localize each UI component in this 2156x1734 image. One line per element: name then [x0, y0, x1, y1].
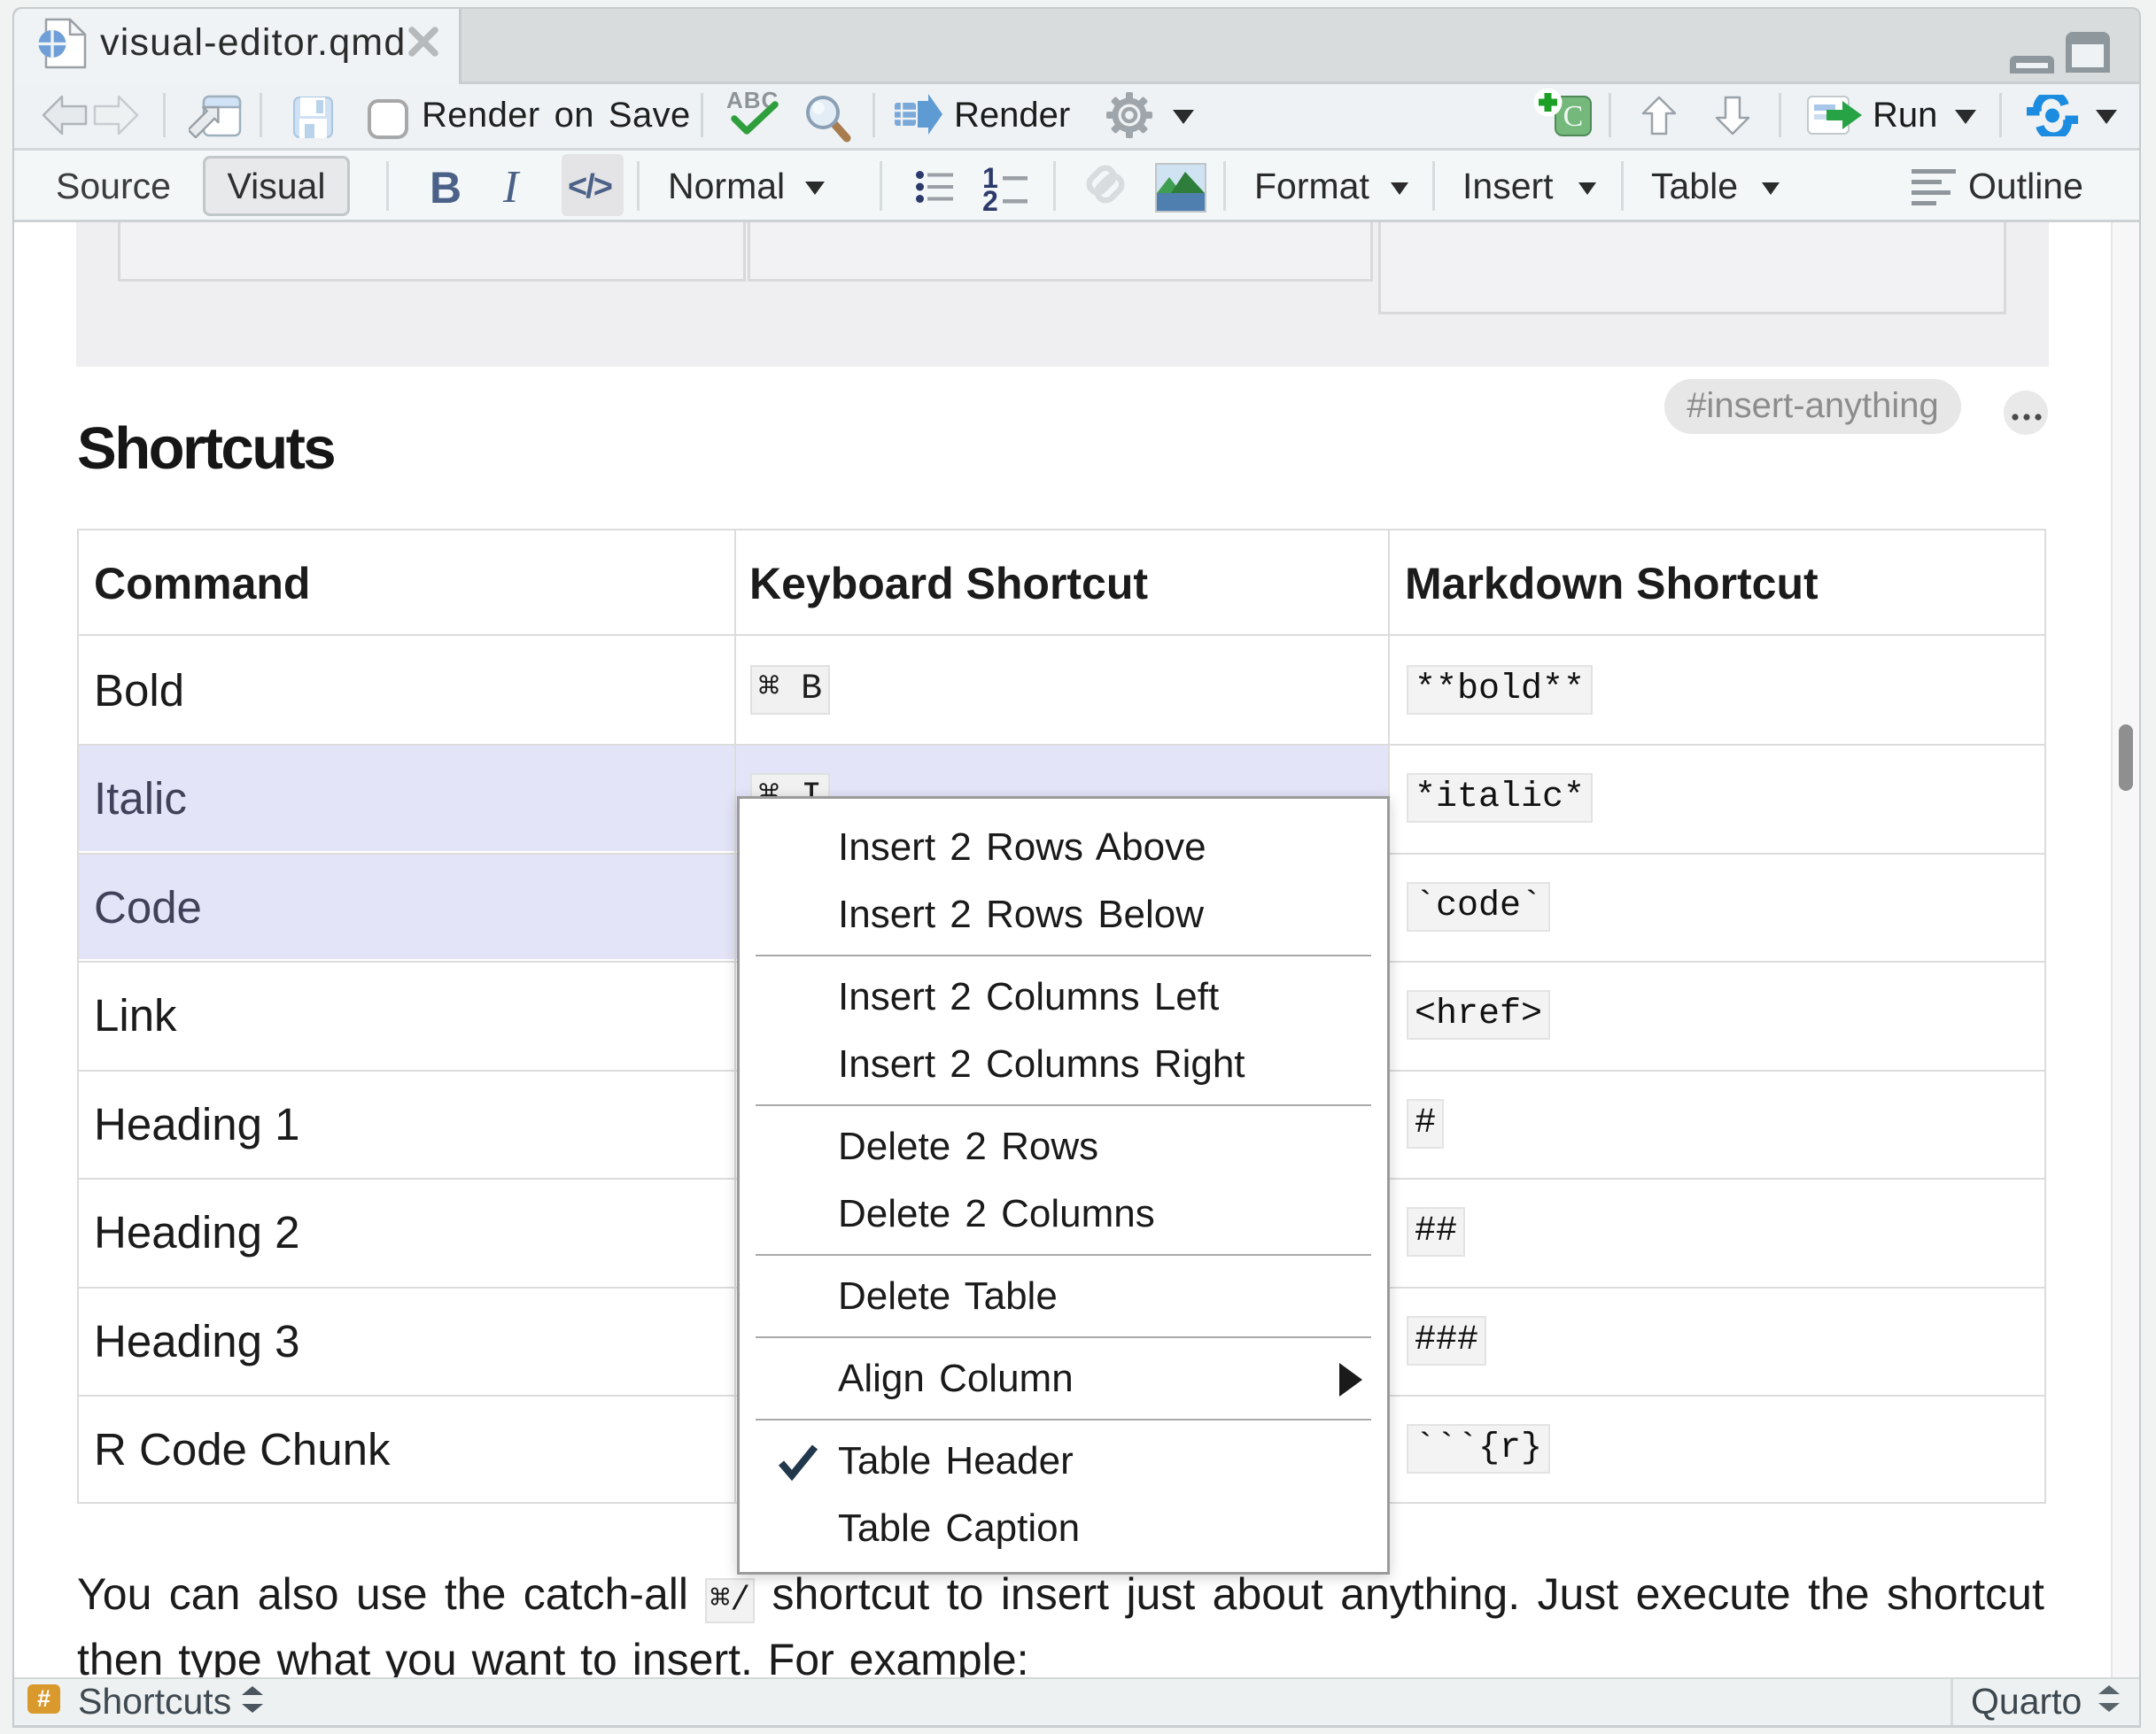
svg-text:2: 2: [982, 185, 998, 211]
